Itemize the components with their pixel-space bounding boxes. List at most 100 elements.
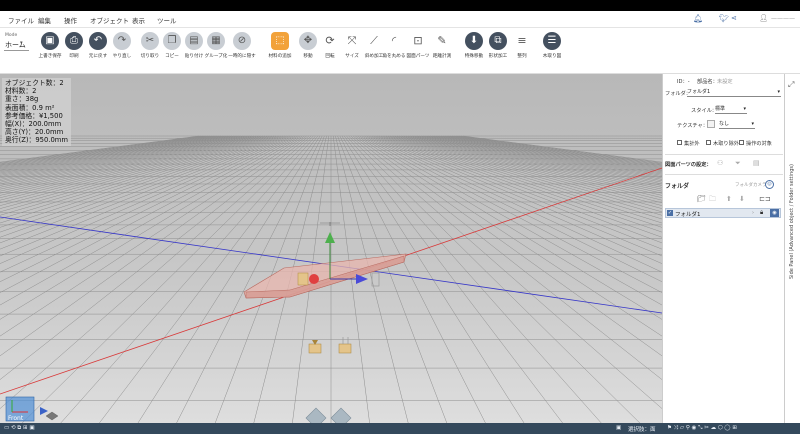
table-icon[interactable]: ▤	[753, 159, 760, 167]
lock-icon[interactable]: 🔒︎	[760, 209, 763, 217]
save-icon: ▣	[41, 32, 59, 50]
checkbox-checked-icon[interactable]: ✓	[667, 210, 673, 216]
filter-icon[interactable]: ⏷	[735, 159, 741, 168]
pencil-icon: ✎	[437, 34, 447, 47]
add-material-icon: ⬚	[271, 32, 289, 50]
view-label[interactable]: Front	[8, 415, 23, 422]
folder-copy-icon[interactable]: 🗀	[709, 195, 716, 206]
align-icon: ≡	[517, 34, 527, 47]
style-select[interactable]: 標準 ▾	[715, 105, 747, 114]
window-top-strip	[0, 0, 800, 11]
rotate-icon: ⟳	[325, 34, 335, 47]
move-button[interactable]: ✥ 移動	[296, 32, 320, 66]
move-icon: ✥	[299, 32, 317, 50]
special-move-button[interactable]: ⬇ 特殊移動	[462, 32, 486, 66]
shape-process-button[interactable]: ⧉ 形状加工	[486, 32, 510, 66]
cut-diagram-icon: ☰	[543, 32, 561, 50]
redo-button[interactable]: ↷ やり直し	[110, 32, 134, 66]
download-icon: ⬇	[465, 32, 483, 50]
drawing-parts-setting-label: 図面パーツの設定：	[665, 162, 712, 168]
select-mode-icon[interactable]: ▣	[616, 425, 621, 431]
status-left-icons[interactable]: ▭ ⟲ ⧉ ⊞ ▣	[4, 425, 35, 432]
checkbox-exclude-total-label: 集計外	[684, 141, 700, 147]
menu-object[interactable]: オブジェクト	[90, 15, 129, 25]
shape-icon: ⧉	[489, 32, 507, 50]
measure-button[interactable]: ✎ 距離計測	[430, 32, 454, 66]
texture-select-value: なし	[719, 121, 730, 127]
size-button[interactable]: ⤧ サイズ	[340, 32, 364, 66]
twitter-icon[interactable]: 🐦︎	[719, 14, 729, 23]
folder-toggle-icon[interactable]: ⊏⊐	[759, 195, 771, 203]
share-icon[interactable]: ⋖	[731, 14, 737, 22]
menu-bar: ファイル 編集 操作 オブジェクト 表示 ツール 🔔︎ 🐦︎ ⋖ 👤︎ ————	[0, 11, 800, 28]
checkbox-operable-label: 操作の対象	[746, 141, 772, 147]
menu-tools[interactable]: ツール	[157, 15, 177, 25]
stat-width: 幅(X)：200.0mm	[5, 120, 62, 129]
checkbox-exclude-cut-label: 木取り除外	[713, 141, 739, 147]
folder-heading: フォルダ	[665, 183, 690, 190]
drawing-parts-icon: ⊡	[413, 34, 423, 47]
folder-list-item[interactable]: ✓ フォルダ1 › 🔒︎ ◉	[665, 208, 781, 218]
drawing-parts-icon[interactable]: ⚇	[717, 159, 723, 167]
align-button[interactable]: ≡ 整列	[510, 32, 534, 66]
status-right-icons[interactable]: ⚑ ⤨ ▱ ⚲ ◉ ⤡ ✂ ☁ ⬡ ◯ ⊞	[667, 425, 737, 432]
cut-diagram-button[interactable]: ☰ 木取り図	[540, 32, 564, 66]
folder-item-name: フォルダ1	[675, 212, 701, 218]
checkbox-operable[interactable]	[739, 140, 744, 145]
divider	[665, 154, 783, 155]
checkbox-exclude-total[interactable]	[677, 140, 682, 145]
menu-file[interactable]: ファイル	[8, 15, 34, 25]
redo-icon: ↷	[113, 32, 131, 50]
copy-button[interactable]: ❐ コピー	[160, 32, 184, 66]
menu-edit[interactable]: 編集	[38, 15, 51, 25]
part-name-input[interactable]: 未設定	[717, 78, 733, 85]
print-button[interactable]: ⎙ 印刷	[62, 32, 86, 66]
status-bar: ▭ ⟲ ⧉ ⊞ ▣ ▣ 選択肢：面 ⚑ ⤨ ▱ ⚲ ◉ ⤡ ✂ ☁ ⬡ ◯ ⊞	[0, 423, 800, 434]
temp-hide-button[interactable]: ⊘ 一時的に隠す	[228, 32, 256, 66]
chevron-down-icon: ▾	[743, 106, 746, 112]
bell-icon[interactable]: 🔔︎	[693, 14, 703, 23]
stat-weight: 重さ：38g	[5, 95, 39, 104]
expand-icon[interactable]: ⤢	[788, 80, 794, 90]
resize-icon: ⤧	[347, 34, 357, 47]
overwrite-save-button[interactable]: ▣ 上書き保存	[38, 32, 62, 66]
eye-icon[interactable]: ◉	[770, 209, 779, 217]
cut-button[interactable]: ✂ 切り取り	[138, 32, 162, 66]
3d-viewport[interactable]: Front オブジェクト数：2 材料数：2 重さ：38g 表面積：0.9 m² …	[0, 74, 662, 423]
scissors-icon: ✂	[141, 32, 159, 50]
print-icon: ⎙	[65, 32, 83, 50]
rotate-button[interactable]: ⟳ 回転	[318, 32, 342, 66]
part-name-label: 部品名：	[697, 79, 718, 85]
group-button[interactable]: ▦ グループ化	[204, 32, 228, 66]
side-panel-tab[interactable]: ⤢ Side Panel (Advanced object / Folder s…	[784, 74, 800, 423]
toolbar: Mode ホーム ▾ ▣ 上書き保存 ⎙ 印刷 ↶ 元に戻す ↷ やり直し ✂ 切り取り ❐ コピー ▤…	[0, 28, 800, 74]
paste-button[interactable]: ▤ 貼り付け	[182, 32, 206, 66]
checkbox-exclude-cut[interactable]	[706, 140, 711, 145]
arrow-up-icon[interactable]: ⬆	[726, 195, 732, 203]
texture-select[interactable]: なし ▾	[719, 120, 755, 129]
stat-material-count: 材料数：2	[5, 87, 37, 96]
drawing-parts-button[interactable]: ⊡ 図面パーツ	[406, 32, 430, 66]
id-label: ID：-	[677, 79, 690, 85]
add-material-button[interactable]: ⬚ 材料の追加	[268, 32, 292, 66]
texture-swatch[interactable]	[707, 120, 715, 128]
ground-grid	[0, 74, 662, 423]
texture-label: テクスチャ：	[677, 123, 708, 129]
chevron-right-icon[interactable]: ›	[752, 210, 754, 216]
new-folder-icon[interactable]: 📁︎	[697, 195, 706, 203]
folder-camera-label: フォルダカメラ	[735, 183, 767, 188]
side-panel-tab-label: Side Panel (Advanced object / Folder set…	[789, 164, 795, 279]
user-icon[interactable]: 👤︎	[759, 14, 768, 22]
chevron-down-icon[interactable]: ▾	[20, 40, 23, 46]
folder-select[interactable]: フォルダ1 ▾	[687, 88, 781, 97]
menu-view[interactable]: 表示	[132, 15, 145, 25]
selection-mode-text[interactable]: 選択肢：面	[628, 425, 656, 433]
camera-icon[interactable]: ◎	[765, 180, 774, 189]
undo-button[interactable]: ↶ 元に戻す	[86, 32, 110, 66]
menu-operation[interactable]: 操作	[64, 15, 77, 25]
round-corner-button[interactable]: ◜ 角を丸める	[382, 32, 406, 66]
stat-price: 参考価格：¥1,500	[5, 111, 63, 120]
arrow-down-icon[interactable]: ⬇	[739, 195, 745, 203]
stat-object-count: オブジェクト数：2	[5, 79, 64, 87]
round-corner-icon: ◜	[391, 34, 397, 47]
